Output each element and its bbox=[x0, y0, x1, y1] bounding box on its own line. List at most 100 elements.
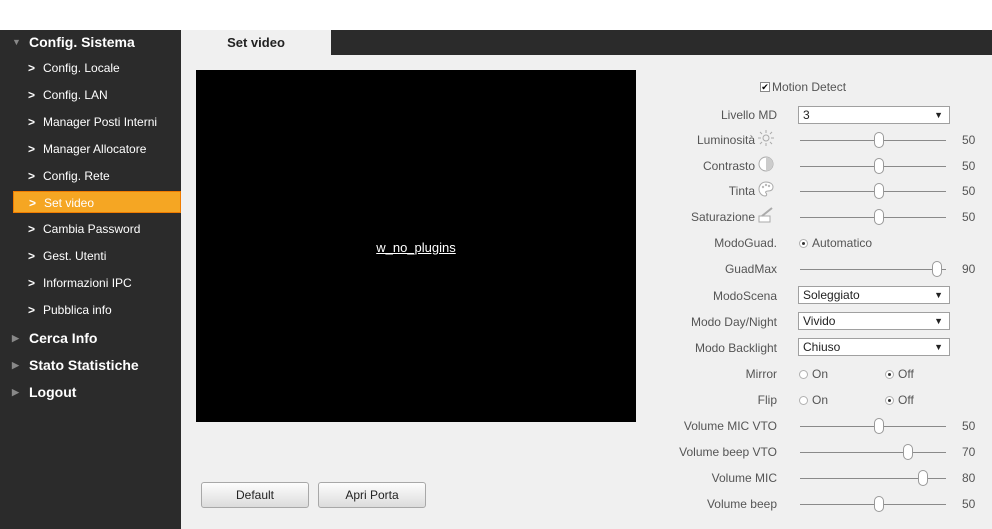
sidebar-item-pubblica-info[interactable]: > Pubblica info bbox=[13, 299, 181, 321]
chevron-right-icon: > bbox=[28, 276, 36, 290]
mirror-on-radio[interactable] bbox=[799, 370, 808, 379]
sidebar-item-label: Config. Locale bbox=[43, 61, 120, 75]
no-plugin-link[interactable]: w_no_plugins bbox=[196, 240, 636, 255]
top-bar bbox=[0, 0, 992, 30]
hue-slider-thumb[interactable] bbox=[874, 183, 884, 199]
vol-mic-value: 80 bbox=[962, 471, 976, 485]
tab-set-video[interactable]: Set video bbox=[181, 30, 331, 57]
gain-mode-label: ModoGuad. bbox=[714, 236, 777, 250]
sun-icon bbox=[758, 130, 774, 146]
video-preview: w_no_plugins bbox=[196, 70, 636, 422]
vol-beep-label: Volume beep bbox=[706, 497, 777, 511]
dropdown-caret-icon: ▼ bbox=[934, 110, 943, 120]
scene-mode-select[interactable]: Soleggiato ▼ bbox=[798, 286, 950, 304]
gain-max-label: GuadMax bbox=[724, 262, 777, 276]
gain-max-slider-track[interactable] bbox=[800, 269, 946, 270]
chevron-right-icon: > bbox=[28, 303, 36, 317]
tab-bar: Set video bbox=[181, 30, 992, 57]
sidebar-item-cambia-password[interactable]: > Cambia Password bbox=[13, 218, 181, 240]
saturation-slider-thumb[interactable] bbox=[874, 209, 884, 225]
collapsed-arrow-icon: ▶ bbox=[12, 360, 19, 370]
vol-beep-vto-slider-track[interactable] bbox=[800, 452, 946, 453]
sidebar: ▼ Config. Sistema > Config. Locale > Con… bbox=[0, 30, 181, 529]
default-button[interactable]: Default bbox=[201, 482, 309, 508]
hue-slider-track[interactable] bbox=[800, 191, 946, 192]
nav-section-cerca-info[interactable]: ▶ Cerca Info bbox=[0, 327, 181, 349]
chevron-right-icon: > bbox=[28, 61, 36, 75]
contrast-label: Contrasto bbox=[702, 159, 755, 173]
chevron-right-icon: > bbox=[28, 169, 36, 183]
collapsed-arrow-icon: ▶ bbox=[12, 387, 19, 397]
sidebar-item-manager-allocatore[interactable]: > Manager Allocatore bbox=[13, 138, 181, 160]
sidebar-item-label: Pubblica info bbox=[43, 303, 112, 317]
brightness-slider-track[interactable] bbox=[800, 140, 946, 141]
md-level-value: 3 bbox=[803, 108, 810, 122]
vol-beep-vto-label: Volume beep VTO bbox=[679, 445, 777, 459]
motion-detect-label: Motion Detect bbox=[772, 80, 847, 94]
flip-label: Flip bbox=[757, 393, 777, 407]
day-night-value: Vivido bbox=[803, 314, 836, 328]
gain-max-slider-thumb[interactable] bbox=[932, 261, 942, 277]
vol-mic-vto-label: Volume MIC VTO bbox=[683, 419, 777, 433]
contrast-icon bbox=[758, 156, 774, 172]
vol-beep-slider-thumb[interactable] bbox=[874, 496, 884, 512]
hue-label: Tinta bbox=[728, 184, 755, 198]
motion-detect-checkbox[interactable]: ✔ bbox=[760, 82, 770, 92]
sidebar-item-config-rete[interactable]: > Config. Rete bbox=[13, 165, 181, 187]
sidebar-item-set-video[interactable]: > Set video bbox=[13, 191, 181, 213]
dropdown-caret-icon: ▼ bbox=[934, 342, 943, 352]
day-night-label: Modo Day/Night bbox=[690, 315, 777, 329]
sidebar-item-gest-utenti[interactable]: > Gest. Utenti bbox=[13, 245, 181, 267]
chevron-right-icon: > bbox=[29, 196, 37, 210]
flip-off-label: Off bbox=[898, 393, 914, 407]
day-night-select[interactable]: Vivido ▼ bbox=[798, 312, 950, 330]
chevron-right-icon: > bbox=[28, 222, 36, 236]
saturation-slider-track[interactable] bbox=[800, 217, 946, 218]
sidebar-item-config-lan[interactable]: > Config. LAN bbox=[13, 84, 181, 106]
mirror-off-label: Off bbox=[898, 367, 914, 381]
vol-mic-vto-slider-track[interactable] bbox=[800, 426, 946, 427]
sidebar-item-informazioni-ipc[interactable]: > Informazioni IPC bbox=[13, 272, 181, 294]
open-door-button[interactable]: Apri Porta bbox=[318, 482, 426, 508]
vol-beep-value: 50 bbox=[962, 497, 976, 511]
sidebar-item-config-locale[interactable]: > Config. Locale bbox=[13, 57, 181, 79]
nav-section-label: Stato Statistiche bbox=[29, 357, 139, 373]
gain-max-value: 90 bbox=[962, 262, 976, 276]
vol-mic-vto-value: 50 bbox=[962, 419, 976, 433]
flip-on-radio[interactable] bbox=[799, 396, 808, 405]
sidebar-item-label: Manager Posti Interni bbox=[43, 115, 158, 129]
chevron-right-icon: > bbox=[28, 249, 36, 263]
contrast-slider-thumb[interactable] bbox=[874, 158, 884, 174]
mirror-on-label: On bbox=[812, 367, 829, 381]
vol-mic-slider-thumb[interactable] bbox=[918, 470, 928, 486]
backlight-label: Modo Backlight bbox=[694, 341, 777, 355]
md-level-select[interactable]: 3 ▼ bbox=[798, 106, 950, 124]
nav-section-config-sistema[interactable]: ▼ Config. Sistema bbox=[0, 31, 181, 53]
md-level-label: Livello MD bbox=[720, 108, 777, 122]
sidebar-item-label: Gest. Utenti bbox=[43, 249, 107, 263]
nav-section-stato-statistiche[interactable]: ▶ Stato Statistiche bbox=[0, 354, 181, 376]
nav-section-label: Config. Sistema bbox=[29, 34, 135, 50]
scene-mode-label: ModoScena bbox=[712, 289, 777, 303]
brightness-slider-thumb[interactable] bbox=[874, 132, 884, 148]
main-panel: Set video w_no_plugins Default Apri Port… bbox=[181, 30, 992, 529]
vol-mic-vto-slider-thumb[interactable] bbox=[874, 418, 884, 434]
gain-mode-auto-radio[interactable] bbox=[799, 239, 808, 248]
sidebar-item-label: Informazioni IPC bbox=[43, 276, 132, 290]
vol-mic-label: Volume MIC bbox=[711, 471, 777, 485]
contrast-slider-track[interactable] bbox=[800, 166, 946, 167]
sidebar-item-manager-posti-interni[interactable]: > Manager Posti Interni bbox=[13, 111, 181, 133]
brightness-label: Luminosità bbox=[696, 133, 755, 147]
mirror-label: Mirror bbox=[745, 367, 777, 381]
sidebar-item-label: Cambia Password bbox=[43, 222, 141, 236]
flip-off-radio[interactable] bbox=[885, 396, 894, 405]
vol-beep-slider-track[interactable] bbox=[800, 504, 946, 505]
vol-beep-vto-value: 70 bbox=[962, 445, 976, 459]
vol-beep-vto-slider-thumb[interactable] bbox=[903, 444, 913, 460]
mirror-off-radio[interactable] bbox=[885, 370, 894, 379]
contrast-value: 50 bbox=[962, 159, 976, 173]
nav-section-logout[interactable]: ▶ Logout bbox=[0, 381, 181, 403]
palette-icon bbox=[758, 181, 774, 197]
backlight-select[interactable]: Chiuso ▼ bbox=[798, 338, 950, 356]
gain-mode-auto-label: Automatico bbox=[812, 236, 873, 250]
